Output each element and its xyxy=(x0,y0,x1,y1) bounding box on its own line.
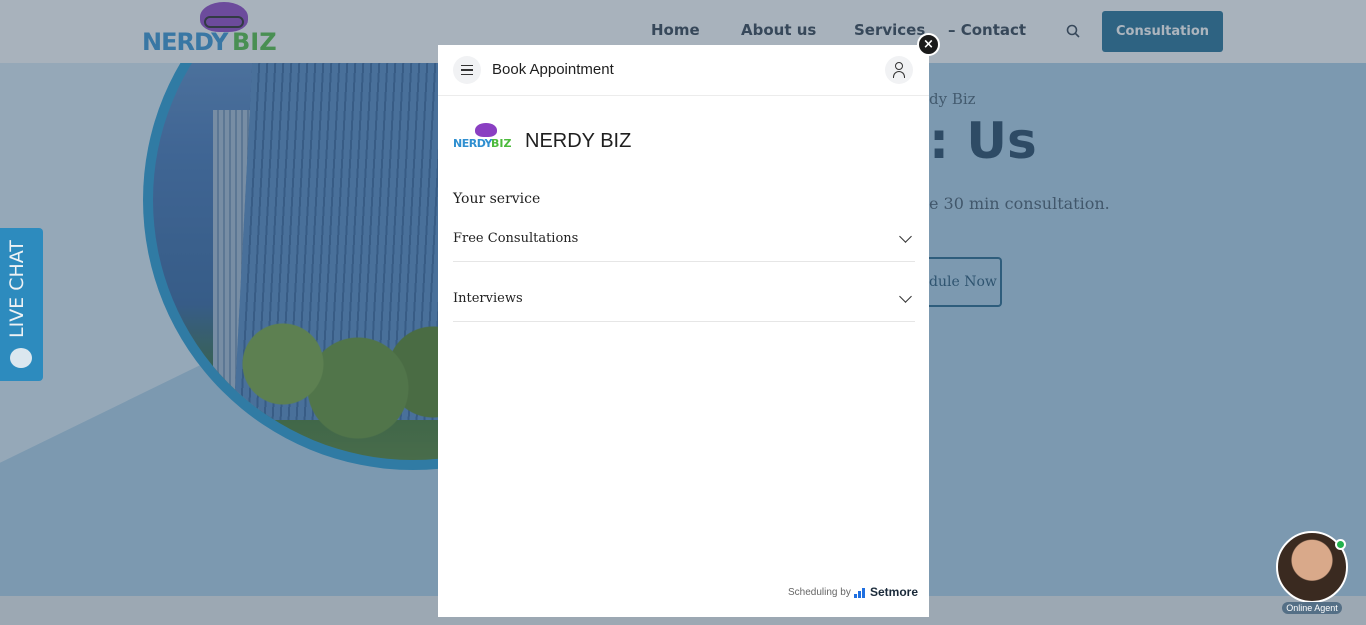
business-logo: NERDY BIZ xyxy=(453,123,511,153)
service-label: Interviews xyxy=(453,291,523,306)
setmore-brand-link[interactable]: Setmore xyxy=(870,585,918,599)
setmore-logo-icon xyxy=(854,588,866,598)
service-item-free-consultations[interactable]: Free Consultations xyxy=(453,216,915,262)
brain-icon xyxy=(475,123,497,137)
hamburger-icon xyxy=(461,64,473,67)
section-label: Your service xyxy=(453,191,541,207)
online-status-dot xyxy=(1335,539,1346,550)
menu-button[interactable] xyxy=(453,56,481,84)
scheduling-by-text: Scheduling by xyxy=(788,587,851,598)
user-icon xyxy=(895,62,903,70)
live-chat-label: LIVE CHAT xyxy=(6,240,28,338)
agent-label: Online Agent xyxy=(1282,602,1342,614)
service-label: Free Consultations xyxy=(453,231,579,246)
chat-bubble-icon xyxy=(10,348,32,368)
user-account-button[interactable] xyxy=(885,56,913,84)
service-item-interviews[interactable]: Interviews xyxy=(453,276,915,322)
modal-header: Book Appointment xyxy=(438,45,929,96)
modal-title: Book Appointment xyxy=(492,61,614,78)
business-name: NERDY BIZ xyxy=(525,130,632,152)
live-chat-tab[interactable]: LIVE CHAT xyxy=(0,228,43,381)
chevron-down-icon xyxy=(899,290,912,303)
close-modal-button[interactable]: × xyxy=(917,33,940,56)
chevron-down-icon xyxy=(899,230,912,243)
booking-modal: Book Appointment NERDY BIZ NERDY BIZ You… xyxy=(438,45,929,617)
